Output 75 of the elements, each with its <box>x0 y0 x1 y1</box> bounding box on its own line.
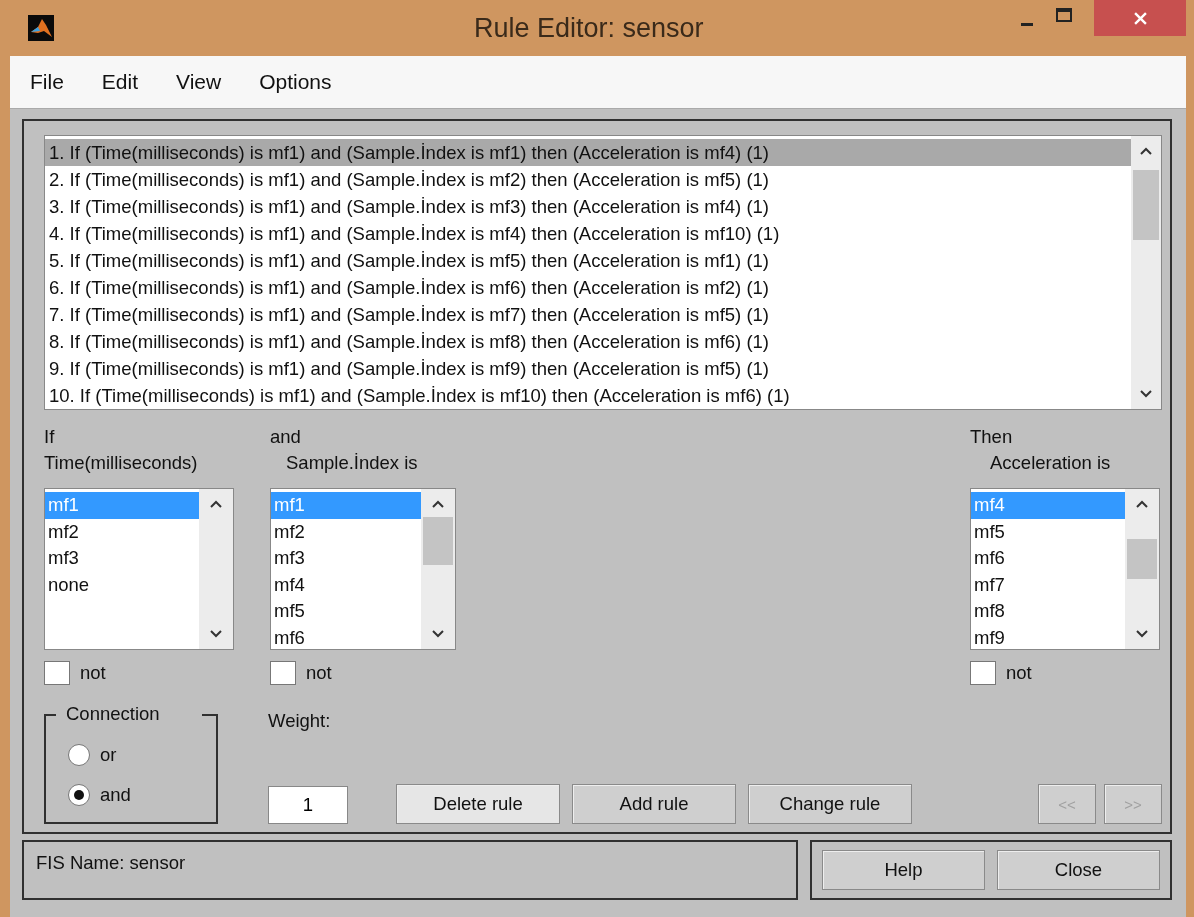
not-checkbox[interactable] <box>44 661 70 685</box>
list-item[interactable]: mf5 <box>271 598 421 625</box>
list-item[interactable]: mf9 <box>971 624 1125 649</box>
checkbox-label: not <box>306 661 332 685</box>
scroll-thumb[interactable] <box>1133 170 1159 240</box>
list-item[interactable]: mf4 <box>271 571 421 598</box>
membership-list[interactable]: mf1 mf2 mf3 mf4 mf5 mf6 <box>270 488 456 650</box>
list-item[interactable]: mf6 <box>971 545 1125 572</box>
rule-item[interactable]: 5. If (Time(milliseconds) is mf1) and (Sample.İndex is mf5) then (Acceleration is mf1) (1) <box>45 247 1131 274</box>
variable-heading: and <box>270 425 302 449</box>
rule-item[interactable]: 1. If (Time(milliseconds) is mf1) and (Sample.İndex is mf1) then (Acceleration is mf4) (1) <box>45 139 1131 166</box>
scroll-down-icon[interactable] <box>1136 630 1148 638</box>
weight-label: Weight: <box>268 709 332 733</box>
scroll-up-icon[interactable] <box>1140 147 1152 155</box>
radio-label: and <box>100 783 131 807</box>
menu-item[interactable]: File <box>30 70 64 94</box>
rule-button[interactable]: Change rule <box>748 784 912 824</box>
variable-heading: If <box>44 425 56 449</box>
list-item[interactable]: mf5 <box>971 518 1125 545</box>
list-item[interactable]: mf7 <box>971 571 1125 598</box>
menu-item[interactable]: Edit <box>101 70 139 94</box>
status-text: FIS Name: sensor <box>36 852 186 873</box>
scrollbar[interactable] <box>1125 489 1159 649</box>
rule-item[interactable]: 7. If (Time(milliseconds) is mf1) and (Sample.İndex is mf7) then (Acceleration is mf5) (1) <box>45 301 1131 328</box>
membership-list[interactable]: mf4 mf5 mf6 mf7 mf8 mf9 <box>970 488 1160 650</box>
rule-item[interactable]: 2. If (Time(milliseconds) is mf1) and (Sample.İndex is mf2) then (Acceleration is mf5) (1) <box>45 166 1131 193</box>
not-checkbox[interactable] <box>970 661 996 685</box>
list-item[interactable]: mf2 <box>271 518 421 545</box>
not-checkbox[interactable] <box>270 661 296 685</box>
scroll-thumb[interactable] <box>1127 539 1157 579</box>
variable-name: Time(milliseconds) <box>44 451 199 475</box>
rule-item[interactable]: 8. If (Time(milliseconds) is mf1) and (Sample.İndex is mf8) then (Acceleration is mf6) (1) <box>45 328 1131 355</box>
rule-item[interactable]: 9. If (Time(milliseconds) is mf1) and (Sample.İndex is mf9) then (Acceleration is mf5) (1) <box>45 355 1131 382</box>
list-item[interactable]: mf2 <box>45 518 199 545</box>
scrollbar[interactable] <box>421 489 455 649</box>
menu-item[interactable]: Options <box>259 70 332 94</box>
app-icon <box>28 15 54 41</box>
variable-heading: Then <box>970 425 1014 449</box>
scroll-up-icon[interactable] <box>210 500 222 508</box>
radio-label: or <box>100 743 117 767</box>
scroll-up-icon[interactable] <box>1136 500 1148 508</box>
scroll-down-icon[interactable] <box>432 630 444 638</box>
close-icon <box>1133 11 1147 25</box>
menu-item[interactable]: View <box>176 70 222 94</box>
maximize-icon[interactable] <box>1056 8 1072 22</box>
list-item[interactable]: mf6 <box>271 624 421 649</box>
variable-name: Sample.İndex is <box>285 451 419 475</box>
scrollbar[interactable] <box>1131 136 1161 409</box>
dialog-button[interactable]: Help <box>822 850 985 890</box>
radio-button[interactable] <box>68 744 90 766</box>
list-item[interactable]: mf8 <box>971 598 1125 625</box>
variable-name: Acceleration is <box>989 451 1112 475</box>
checkbox-label: not <box>1006 661 1032 685</box>
list-item[interactable]: mf3 <box>271 545 421 572</box>
rule-item[interactable]: 4. If (Time(milliseconds) is mf1) and (Sample.İndex is mf4) then (Acceleration is mf10) (1) <box>45 220 1131 247</box>
scroll-down-icon[interactable] <box>210 630 222 638</box>
rule-button[interactable]: Delete rule <box>396 784 560 824</box>
radio-button[interactable] <box>68 784 90 806</box>
rule-button[interactable]: Add rule <box>572 784 736 824</box>
list-item[interactable]: mf3 <box>45 545 199 572</box>
dialog-button[interactable]: Close <box>997 850 1160 890</box>
checkbox-label: not <box>80 661 106 685</box>
scroll-up-icon[interactable] <box>432 500 444 508</box>
membership-list[interactable]: mf1 mf2 mf3 none <box>44 488 234 650</box>
rule-item[interactable]: 6. If (Time(milliseconds) is mf1) and (Sample.İndex is mf6) then (Acceleration is mf2) (1) <box>45 274 1131 301</box>
scroll-down-icon[interactable] <box>1140 390 1152 398</box>
list-item[interactable]: none <box>45 571 199 598</box>
scrollbar[interactable] <box>199 489 233 649</box>
window-title: Rule Editor: sensor <box>474 12 704 44</box>
scroll-thumb[interactable] <box>423 517 453 565</box>
rule-list[interactable] <box>44 135 1162 410</box>
rule-item[interactable]: 10. If (Time(milliseconds) is mf1) and (Sample.İndex is mf10) then (Acceleration is mf6) (1) <box>45 382 1131 409</box>
rule-item[interactable]: 3. If (Time(milliseconds) is mf1) and (Sample.İndex is mf3) then (Acceleration is mf4) (1) <box>45 193 1131 220</box>
group-label: Connection <box>66 702 160 726</box>
weight-field[interactable]: 1 <box>268 786 348 824</box>
